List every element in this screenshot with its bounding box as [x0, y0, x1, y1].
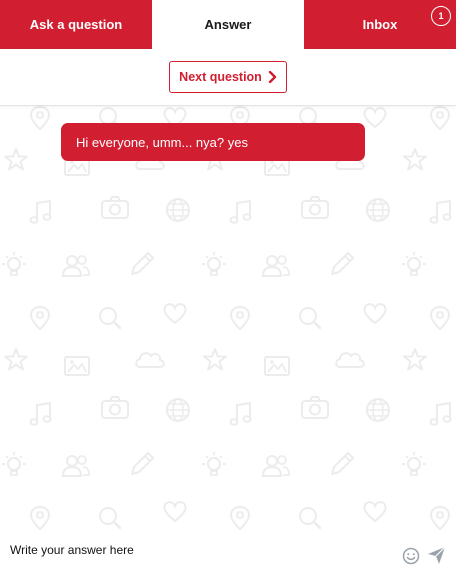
inbox-count-badge: 1	[431, 6, 451, 26]
next-question-button[interactable]: Next question	[169, 61, 287, 93]
tab-ask-question[interactable]: Ask a question	[0, 0, 152, 49]
tab-answer-label: Answer	[204, 17, 252, 32]
chat-area[interactable]: Hi everyone, umm... nya? yes	[0, 106, 456, 530]
answer-input[interactable]	[10, 540, 390, 560]
answer-composer	[0, 530, 456, 580]
question-message-bubble: Hi everyone, umm... nya? yes	[61, 123, 365, 161]
smiley-icon[interactable]	[402, 547, 420, 565]
question-message-text: Hi everyone, umm... nya? yes	[76, 134, 248, 150]
next-question-label: Next question	[179, 70, 262, 84]
tab-answer[interactable]: Answer	[152, 0, 304, 49]
tab-bar: Ask a question Answer Inbox 1	[0, 0, 456, 49]
tab-inbox-label: Inbox	[362, 17, 398, 32]
chevron-right-icon	[268, 71, 277, 83]
tab-ask-question-label: Ask a question	[29, 17, 123, 32]
doodle-background-pattern	[1, 106, 452, 530]
answer-app: Ask a question Answer Inbox 1 Next quest…	[0, 0, 456, 580]
tab-inbox[interactable]: Inbox 1	[304, 0, 456, 49]
next-question-bar: Next question	[0, 49, 456, 106]
send-icon[interactable]	[427, 546, 446, 565]
